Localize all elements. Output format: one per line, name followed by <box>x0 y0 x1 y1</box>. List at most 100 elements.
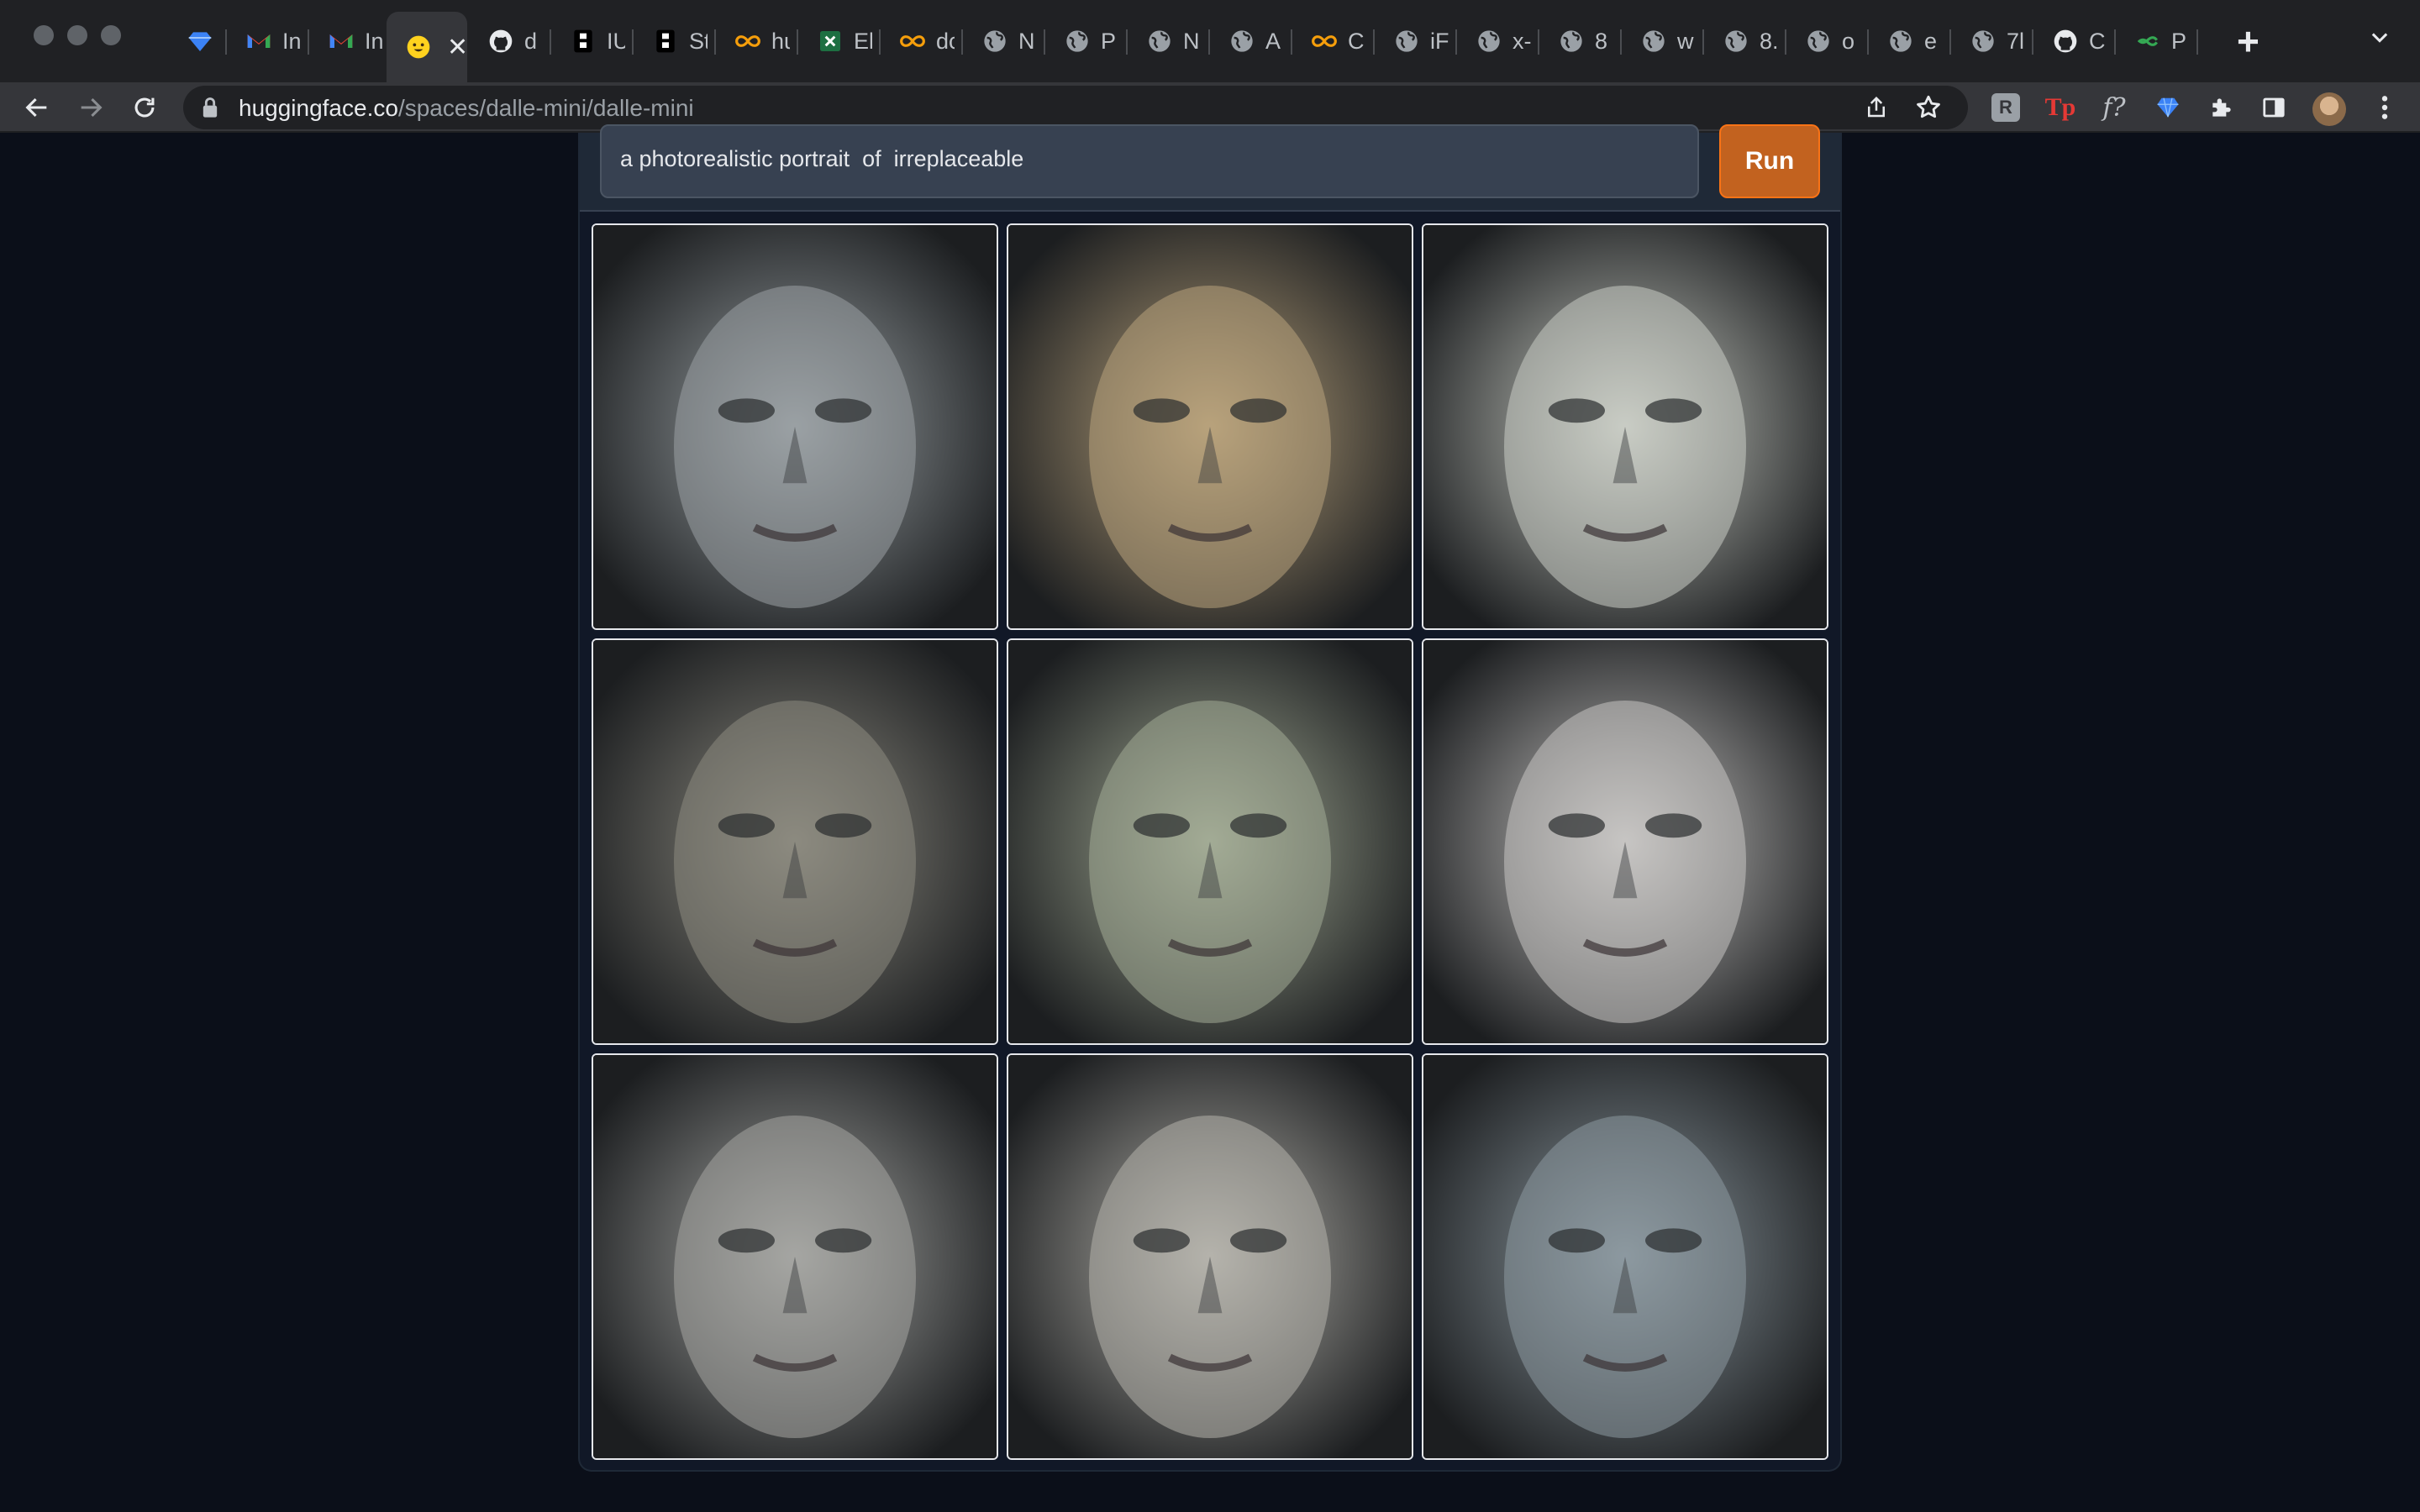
extension-tp-icon[interactable]: Tp <box>2044 91 2077 124</box>
globe-icon <box>981 28 1008 55</box>
tab[interactable]: dc <box>881 15 963 67</box>
globe-icon <box>1393 28 1420 55</box>
globe-icon <box>1146 28 1173 55</box>
tab-title: C <box>1348 28 1365 54</box>
tab[interactable]: C <box>2033 15 2116 67</box>
tab-active[interactable]: ✕ <box>387 12 467 82</box>
excel-icon <box>817 28 844 55</box>
infinity-icon <box>1311 28 1338 55</box>
tab-title: d <box>524 28 538 54</box>
generated-image-9[interactable] <box>1422 1053 1828 1460</box>
portrait-image <box>1423 1055 1827 1458</box>
tab[interactable]: C <box>1292 15 1375 67</box>
globe-icon <box>1476 28 1502 55</box>
generated-image-2[interactable] <box>1007 223 1413 630</box>
tab[interactable]: e <box>1869 15 1951 67</box>
tab[interactable]: N <box>963 15 1045 67</box>
browser-menu-kebab-icon[interactable] <box>2368 91 2402 124</box>
generated-image-6[interactable] <box>1422 638 1828 1045</box>
tab[interactable]: A <box>1210 15 1292 67</box>
tab-title: x- <box>1512 28 1531 54</box>
url-host: huggingface.co <box>239 95 398 121</box>
tab[interactable]: iF <box>1375 15 1457 67</box>
tab[interactable]: hu <box>716 15 798 67</box>
app-icon <box>570 28 597 55</box>
generated-image-3[interactable] <box>1422 223 1828 630</box>
tab[interactable]: St <box>634 15 716 67</box>
extensions-puzzle-icon[interactable] <box>2205 91 2238 124</box>
tab[interactable]: x- <box>1457 15 1539 67</box>
portrait-image <box>593 1055 997 1458</box>
tab[interactable]: 8. <box>1704 15 1786 67</box>
tab-title: IU <box>607 28 625 54</box>
profile-avatar[interactable] <box>2312 92 2346 126</box>
tab[interactable]: In <box>309 15 392 67</box>
tab-title: 8 <box>1595 28 1608 54</box>
tab-title: El <box>854 28 872 54</box>
tab-title: e <box>1924 28 1938 54</box>
forward-arrow-icon[interactable] <box>74 91 108 124</box>
tab[interactable]: o <box>1786 15 1869 67</box>
address-bar[interactable]: huggingface.co/spaces/dalle-mini/dalle-m… <box>183 86 1968 129</box>
tab[interactable]: IU <box>551 15 634 67</box>
tab[interactable]: P <box>1045 15 1128 67</box>
extension-formula-icon[interactable]: f? <box>2097 91 2131 124</box>
tab-title: hu <box>771 28 790 54</box>
tab-title: In <box>365 28 383 54</box>
tab[interactable]: In <box>227 15 309 67</box>
tab-close-icon[interactable]: ✕ <box>447 33 467 62</box>
tab-title: w <box>1677 28 1694 54</box>
tab-title: 7l <box>2007 28 2025 54</box>
tab-title: P <box>2171 28 2187 54</box>
portrait-image <box>1008 225 1412 628</box>
tab[interactable]: El <box>798 15 881 67</box>
prompt-input[interactable]: a photorealistic portrait of irreplaceab… <box>600 124 1699 198</box>
globe-icon <box>1064 28 1091 55</box>
globe-icon <box>1228 28 1255 55</box>
generated-image-4[interactable] <box>592 638 998 1045</box>
globe-icon <box>1805 28 1832 55</box>
tab[interactable]: P <box>2116 15 2198 67</box>
tab-title: In <box>282 28 301 54</box>
github-icon <box>2052 28 2079 55</box>
new-tab-plus-icon[interactable]: + <box>2237 20 2260 62</box>
github-icon <box>487 28 514 55</box>
tab[interactable]: N <box>1128 15 1210 67</box>
window-zoom-button[interactable] <box>101 25 121 45</box>
back-arrow-icon[interactable] <box>20 91 54 124</box>
extension-r-icon[interactable]: R <box>1991 93 2020 122</box>
bookmark-star-icon[interactable] <box>1914 93 1943 126</box>
tab-search-chevron-icon[interactable] <box>2368 25 2391 53</box>
run-button[interactable]: Run <box>1719 124 1820 198</box>
side-panel-icon[interactable] <box>2257 91 2291 124</box>
tab[interactable]: d <box>469 15 551 67</box>
globe-icon <box>1640 28 1667 55</box>
tab-strip: In In ✕ d IU St hu El dc N P N A CiF x- 8 w 8. o e 7l C P + <box>0 0 2420 82</box>
tab-title: N <box>1018 28 1035 54</box>
reload-icon[interactable] <box>128 91 161 124</box>
generated-image-1[interactable] <box>592 223 998 630</box>
share-icon[interactable] <box>1864 94 1889 125</box>
tab[interactable]: w <box>1622 15 1704 67</box>
gem-icon <box>187 28 213 55</box>
app-icon <box>652 28 679 55</box>
tab-title: C <box>2089 28 2106 54</box>
tab[interactable] <box>168 15 227 67</box>
tab-title: A <box>1265 28 1281 54</box>
generated-image-7[interactable] <box>592 1053 998 1460</box>
tab[interactable]: 8 <box>1539 15 1622 67</box>
tab-separator <box>2196 29 2198 55</box>
window-close-button[interactable] <box>34 25 54 45</box>
tab[interactable]: 7l <box>1951 15 2033 67</box>
url-text[interactable]: huggingface.co/spaces/dalle-mini/dalle-m… <box>239 95 694 122</box>
portrait-image <box>1423 640 1827 1043</box>
lock-icon[interactable] <box>200 96 220 123</box>
extension-gem-icon[interactable] <box>2151 91 2185 124</box>
globe-icon <box>1558 28 1585 55</box>
link-icon <box>2134 28 2161 55</box>
hugging-face-icon <box>405 34 432 60</box>
generated-image-8[interactable] <box>1007 1053 1413 1460</box>
window-minimize-button[interactable] <box>67 25 87 45</box>
portrait-image <box>1008 640 1412 1043</box>
generated-image-5[interactable] <box>1007 638 1413 1045</box>
